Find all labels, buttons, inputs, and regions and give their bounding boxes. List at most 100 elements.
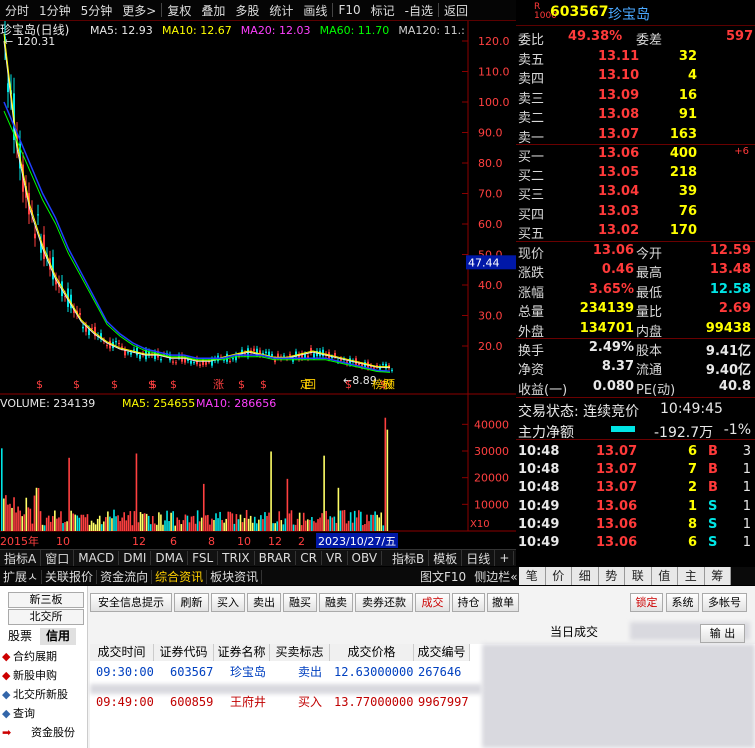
volume-label: VOLUME: 234139 (0, 397, 95, 410)
trade-button[interactable]: 卖券还款 (355, 593, 413, 612)
nav-item[interactable]: ◆ 新股申购 (0, 667, 88, 685)
volume-bar (145, 513, 148, 531)
ext-tab[interactable]: 资金流向 (97, 569, 153, 584)
candle-body (283, 355, 285, 357)
toolbar-item[interactable]: -自选 (400, 2, 438, 19)
toolbar-item[interactable]: 5分钟 (76, 2, 118, 19)
indicator-tab[interactable]: 指标A (0, 550, 42, 566)
indicator-tab[interactable]: DMA (151, 551, 189, 565)
volume-bar (286, 478, 289, 531)
ask-volume: 163 (669, 126, 697, 142)
col-header[interactable]: 买卖标志 (270, 644, 330, 661)
nav-item[interactable]: ◆ 北交所新股 (0, 686, 88, 704)
trade-button[interactable]: 融买 (283, 593, 317, 612)
output-button[interactable]: 输 出 (700, 624, 745, 643)
indicator-tab[interactable]: FSL (188, 551, 219, 565)
trade-button[interactable]: 成交 (415, 593, 450, 612)
indicator-tab[interactable]: DMI (119, 551, 152, 565)
candle-body (229, 361, 231, 363)
indicator-tab[interactable]: TRIX (218, 551, 255, 565)
col-header[interactable]: 成交编号 (414, 644, 470, 661)
right-button[interactable]: 锁定 (630, 593, 663, 612)
trade-button[interactable]: 买入 (211, 593, 245, 612)
toolbar-item[interactable]: F10 (333, 3, 365, 17)
stat-value: 8.37 (601, 359, 634, 375)
indicator-tab[interactable]: + (495, 551, 515, 565)
sub-tab[interactable]: 股票 (2, 628, 38, 645)
detail-tab[interactable]: 势 (598, 567, 625, 585)
stat-value: 13.48 (709, 262, 751, 278)
detail-tab[interactable]: 值 (651, 567, 678, 585)
ext-tab[interactable]: 综合资讯 (152, 569, 208, 584)
bid-price: 13.05 (598, 165, 640, 181)
trade-button[interactable]: 安全信息提示 (90, 593, 172, 612)
indicator-tab[interactable]: 日线 (462, 550, 496, 566)
ext-tab[interactable]: 关联报价 (42, 569, 98, 584)
detail-tab[interactable]: 筹 (704, 567, 731, 585)
volume-bar (74, 514, 77, 531)
xtick-label: 10 (56, 535, 70, 548)
nav-tab[interactable]: 北交所 (8, 609, 84, 625)
volume-bar (182, 520, 185, 531)
ext-right-item[interactable]: 图文F10 (416, 568, 470, 585)
detail-tab[interactable]: 细 (572, 567, 599, 585)
toolbar-item[interactable]: 画线 (298, 2, 332, 19)
event-mark: $ (111, 378, 118, 391)
trade-button[interactable]: 刷新 (174, 593, 209, 612)
detail-tab[interactable]: 价 (545, 567, 572, 585)
toolbar-item[interactable]: 分时 (0, 2, 34, 19)
toolbar-item[interactable]: 叠加 (196, 2, 230, 19)
trade-button[interactable]: 持仓 (452, 593, 485, 612)
col-header[interactable]: 证券名称 (214, 644, 270, 661)
volume-bar (284, 518, 287, 531)
kline-chart[interactable]: 珍宝岛(日线) MA5: 12.93 MA10: 12.67 MA20: 12.03 M… (0, 21, 516, 549)
bid-row: 买五 13.02 170 (516, 222, 755, 242)
ma-label: MA10: 12.67 (162, 24, 232, 37)
trade-button[interactable]: 融卖 (319, 593, 353, 612)
indicator-tab[interactable]: BRAR (255, 551, 297, 565)
volume-bar (23, 514, 26, 531)
nav-item[interactable]: ◆ 查询 (0, 705, 88, 723)
volume-bar (227, 511, 230, 531)
nav-tab[interactable]: 新三板 (8, 592, 84, 608)
detail-tab[interactable]: 主 (678, 567, 705, 585)
right-button[interactable]: 系统 (666, 593, 699, 612)
trade-button[interactable]: 卖出 (247, 593, 281, 612)
trade-button[interactable]: 撤单 (487, 593, 519, 612)
toolbar-item[interactable]: 标记 (366, 2, 400, 19)
col-header[interactable]: 成交时间 (90, 644, 154, 661)
sub-tab[interactable]: 信用 (40, 628, 76, 645)
toolbar-item[interactable]: 1分钟 (34, 2, 76, 19)
toolbar-item[interactable]: 统计 (264, 2, 298, 19)
vol-ma10-label: MA10: 286656 (196, 397, 276, 410)
ext-tab[interactable]: 扩展ㅅ (0, 569, 43, 584)
ext-right-item[interactable]: 侧边栏« (470, 568, 521, 585)
detail-tab[interactable]: 联 (625, 567, 652, 585)
candle-body (106, 345, 108, 347)
nav-item[interactable]: ➡ 资金股份 (0, 724, 88, 742)
toolbar-item[interactable]: 复权 (162, 2, 196, 19)
indicator-tab[interactable]: 指标B (388, 550, 430, 566)
toolbar-item[interactable]: 返回 (439, 2, 473, 19)
detail-tab[interactable]: 笔 (519, 567, 546, 585)
col-header[interactable]: 成交价格 (330, 644, 414, 661)
indicator-tab[interactable]: 模板 (429, 550, 463, 566)
nav-item[interactable]: ◆ 合约展期 (0, 648, 88, 666)
volume-bar (39, 511, 42, 531)
volume-bar (288, 513, 291, 531)
ext-tab[interactable]: 板块资讯 (207, 569, 263, 584)
trade-buttons: 安全信息提示 刷新 买入 卖出 融买 融卖 卖券还款 成交 持仓 撤单 锁定 系统 多帐号 (90, 590, 755, 614)
tick-time: 10:48 (518, 462, 560, 478)
col-header[interactable]: 证券代码 (154, 644, 214, 661)
indicator-tab[interactable]: - (514, 551, 516, 565)
indicator-tab[interactable]: OBV (348, 551, 383, 565)
volume-bar (80, 514, 83, 531)
indicator-tab[interactable]: 窗口 (41, 550, 75, 566)
toolbar-item[interactable]: 更多> (117, 2, 161, 19)
indicator-tab[interactable]: VR (322, 551, 348, 565)
indicator-tab[interactable]: CR (296, 551, 322, 565)
toolbar-item[interactable]: 多股 (230, 2, 264, 19)
right-button[interactable]: 多帐号 (702, 593, 747, 612)
bid-row: 买一 13.06 400 +6 (516, 145, 755, 165)
indicator-tab[interactable]: MACD (74, 551, 120, 565)
